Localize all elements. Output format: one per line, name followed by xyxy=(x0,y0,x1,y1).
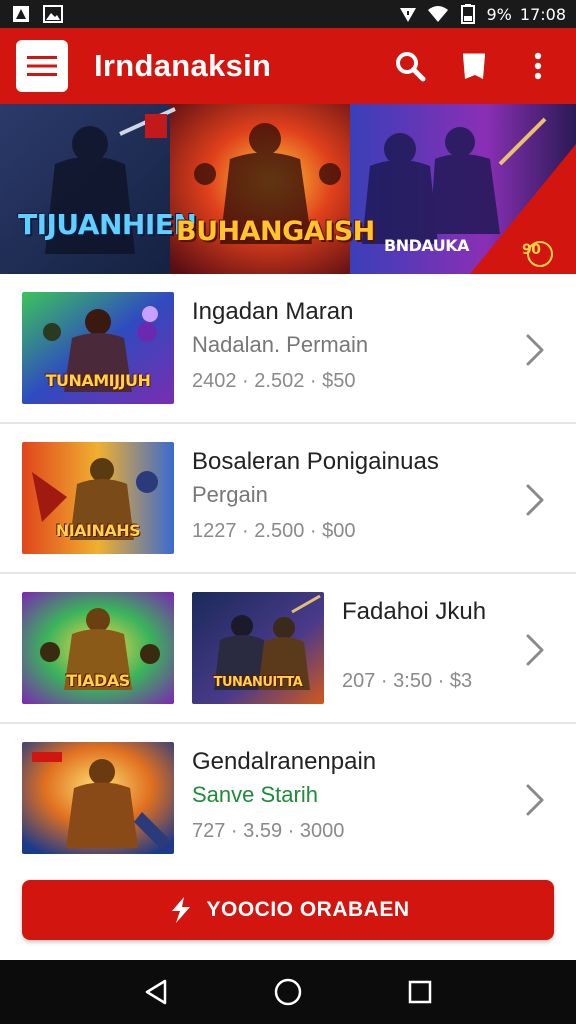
game-subtitle: Pergain xyxy=(192,482,268,507)
home-icon xyxy=(274,978,302,1006)
recents-button[interactable] xyxy=(400,972,440,1012)
chevron-right-icon xyxy=(526,784,544,816)
game-list: TUNAMIJJUH Ingadan Maran Nadalan. Permai… xyxy=(0,274,576,874)
primary-action-button[interactable]: YOOCIO ORABAEN xyxy=(22,880,554,940)
more-options-button[interactable] xyxy=(518,46,558,86)
image-icon xyxy=(42,4,64,24)
app-bar-actions xyxy=(390,46,558,86)
game-thumbnail-label: TUNAMIJJUH xyxy=(45,371,151,390)
status-bar: 9% 17:08 xyxy=(0,0,576,28)
banner-right-title: BNDAUKA xyxy=(384,236,470,255)
banner-center-title: BUHANGAISH xyxy=(176,216,375,247)
game-thumbnail-label: TIADAS xyxy=(66,671,130,690)
chevron-right-icon xyxy=(526,634,544,666)
tag-button[interactable] xyxy=(454,46,494,86)
list-item[interactable]: TUNAMIJJUH Ingadan Maran Nadalan. Permai… xyxy=(0,274,576,424)
game-title: Gendalranenpain xyxy=(192,748,377,775)
featured-banner[interactable]: TIJUANHIEN BUHANGAISH BNDAUKA 90 xyxy=(0,104,576,274)
game-thumbnail: TIADAS xyxy=(22,592,174,704)
app-title: Irndanaksin xyxy=(94,48,272,83)
game-title: Fadahoi Jkuh xyxy=(342,598,487,625)
menu-icon xyxy=(27,56,57,76)
app-bar: Irndanaksin xyxy=(0,28,576,104)
game-thumbnail-secondary: TUNANUITTA xyxy=(192,592,324,704)
game-thumbnail: NIAINAHS xyxy=(22,442,174,554)
notification-a-icon xyxy=(10,4,32,24)
signal-icon xyxy=(397,4,419,24)
search-icon xyxy=(396,52,426,82)
status-right: 9% 17:08 xyxy=(397,4,566,24)
system-nav-bar xyxy=(0,960,576,1024)
clock: 17:08 xyxy=(519,4,566,24)
game-thumbnail xyxy=(22,742,174,854)
wifi-icon xyxy=(427,4,449,24)
more-vert-icon xyxy=(534,52,542,80)
game-thumbnail-secondary-label: TUNANUITTA xyxy=(213,675,303,690)
list-item[interactable]: TIADAS TUNANUITTA Fadahoi Jkuh 207 · 3:5… xyxy=(0,574,576,724)
game-meta: 1227 · 2.500 · $00 xyxy=(192,520,356,542)
home-button[interactable] xyxy=(268,972,308,1012)
game-subtitle: Nadalan. Permain xyxy=(192,332,369,357)
back-icon xyxy=(145,979,167,1005)
game-meta: 727 · 3.59 · 3000 xyxy=(192,820,345,842)
chevron-right-icon xyxy=(526,334,544,366)
game-subtitle: Sanve Starih xyxy=(192,782,318,807)
status-left-icons xyxy=(10,4,64,24)
lightning-icon xyxy=(172,897,191,923)
list-item[interactable]: Gendalranenpain Sanve Starih 727 · 3.59 … xyxy=(0,724,576,874)
tag-icon xyxy=(463,53,485,79)
game-thumbnail-label: NIAINAHS xyxy=(55,521,141,540)
search-button[interactable] xyxy=(390,46,430,86)
list-item[interactable]: NIAINAHS Bosaleran Ponigainuas Pergain 1… xyxy=(0,424,576,574)
banner-corner-text: 90 xyxy=(522,242,541,258)
primary-action-label: YOOCIO ORABAEN xyxy=(206,898,410,921)
banner-artwork xyxy=(0,104,576,274)
chevron-right-icon xyxy=(526,484,544,516)
game-meta: 2402 · 2.502 · $50 xyxy=(192,370,356,392)
game-title: Ingadan Maran xyxy=(192,298,354,325)
menu-button[interactable] xyxy=(16,40,68,92)
game-meta: 207 · 3:50 · $3 xyxy=(342,670,473,692)
game-thumbnail: TUNAMIJJUH xyxy=(22,292,174,404)
battery-percent: 9% xyxy=(486,4,512,24)
game-title: Bosaleran Ponigainuas xyxy=(192,448,439,475)
recents-icon xyxy=(408,980,432,1004)
back-button[interactable] xyxy=(136,972,176,1012)
battery-icon xyxy=(457,4,479,24)
banner-left-title: TIJUANHIEN xyxy=(18,208,197,241)
